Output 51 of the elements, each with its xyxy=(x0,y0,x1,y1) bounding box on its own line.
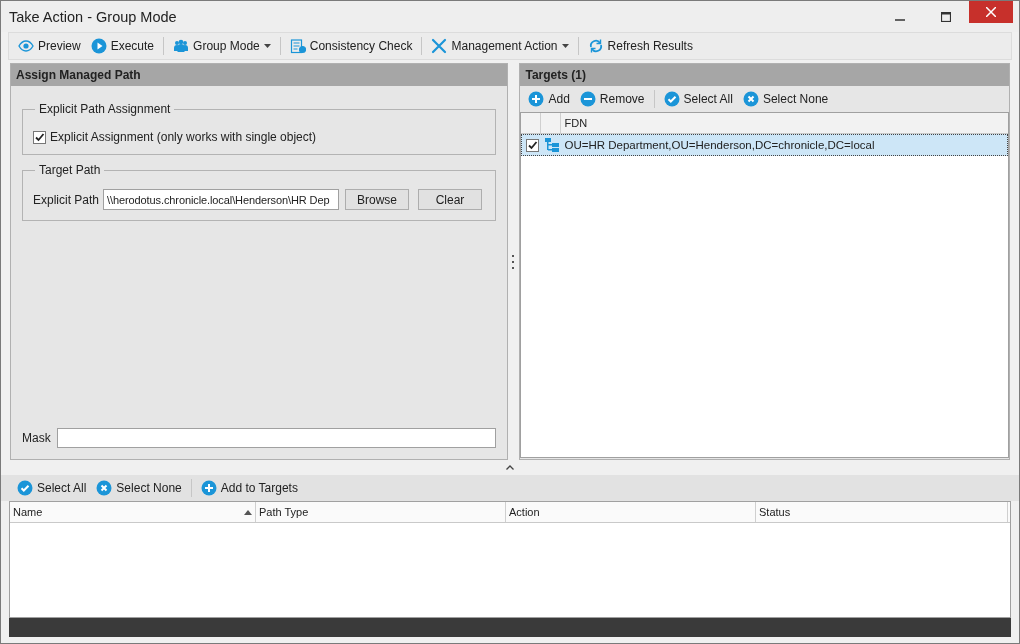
check-icon xyxy=(663,91,680,107)
panel-header: Assign Managed Path xyxy=(11,64,507,86)
add-icon xyxy=(528,91,545,107)
toolbar-button[interactable]: Remove xyxy=(576,89,648,109)
toolbar-button[interactable]: Select None xyxy=(739,89,832,109)
dialog-button[interactable]: Browse xyxy=(345,189,410,210)
checkbox-label: Explicit Assignment (only works with single object) xyxy=(50,130,317,144)
maximize-icon[interactable] xyxy=(941,11,951,22)
play-icon xyxy=(90,38,107,54)
check-icon xyxy=(17,480,33,496)
close-icon xyxy=(986,7,996,17)
mask-field[interactable] xyxy=(56,428,496,448)
eye-icon xyxy=(18,38,34,54)
column-header[interactable]: Action xyxy=(506,502,756,522)
people-icon xyxy=(173,38,190,54)
group-title: Target Path xyxy=(38,163,102,177)
checkbox[interactable] xyxy=(526,138,539,152)
remove-icon xyxy=(579,91,596,107)
toolbar-button[interactable]: Select None xyxy=(93,478,185,498)
field-label: Explicit Path xyxy=(33,192,100,207)
path-field[interactable]: \\herodotus.chronicle.local\Henderson\HR Dep xyxy=(103,189,340,210)
column-header[interactable]: Name xyxy=(10,502,256,522)
toolbar-button[interactable]: Select All xyxy=(660,89,736,109)
toolbar-button[interactable]: Group Mode xyxy=(170,36,274,56)
toolbar-button[interactable]: Refresh Results xyxy=(584,36,696,56)
table-row[interactable]: OU=HR Department,OU=Henderson,DC=chronicle,DC=local xyxy=(521,134,1008,156)
hierarchy-icon xyxy=(544,137,561,153)
toolbar-button[interactable]: Management Action xyxy=(428,36,572,56)
checklist-icon xyxy=(289,38,306,54)
checkbox[interactable] xyxy=(33,130,46,144)
toolbar-button[interactable]: Select All xyxy=(14,478,90,498)
panel-header: Targets (1) xyxy=(520,64,1009,86)
window-title: Take Action - Group Mode xyxy=(8,8,178,25)
dialog-button[interactable]: Clear xyxy=(418,189,483,210)
field-label: Mask xyxy=(22,431,51,445)
close-button[interactable] xyxy=(969,1,1013,23)
group-title: Explicit Path Assignment xyxy=(38,102,172,116)
toolbar-button[interactable]: Execute xyxy=(87,36,158,56)
toolbar-button[interactable]: Preview xyxy=(15,36,84,56)
refresh-icon xyxy=(587,38,604,54)
close-icon xyxy=(96,480,113,496)
toolbar-button[interactable]: Add xyxy=(525,89,573,109)
chevron-up-icon[interactable] xyxy=(506,465,514,470)
toolbar-button[interactable]: Add to Targets xyxy=(197,478,301,498)
close-icon xyxy=(742,91,759,107)
column-header[interactable]: Path Type xyxy=(256,502,506,522)
table-cell-text: OU=HR Department,OU=Henderson,DC=chronicle,DC=local xyxy=(563,138,875,153)
splitter-grip-icon[interactable] xyxy=(512,253,515,270)
column-header[interactable]: Status xyxy=(756,502,1008,522)
toolbar-button[interactable]: Consistency Check xyxy=(286,36,416,56)
add-icon xyxy=(200,480,217,496)
